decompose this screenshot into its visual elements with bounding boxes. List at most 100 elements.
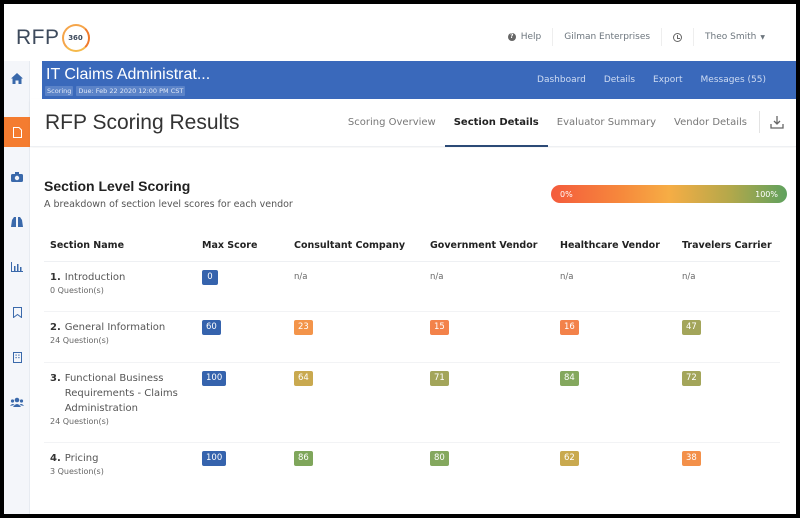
score-badge: 71 xyxy=(430,370,449,386)
section-scoring-panel: Section Level Scoring A breakdown of sec… xyxy=(30,148,796,514)
status-badge: Scoring xyxy=(45,86,74,96)
sidebar xyxy=(4,61,30,514)
score-badge: 16 xyxy=(560,319,579,335)
section-name[interactable]: 3. Functional Business Requirements - Cla… xyxy=(50,371,196,416)
vendor-score-cell: n/a xyxy=(554,261,676,312)
legend-max: 100% xyxy=(755,189,778,199)
sidebar-item-camera[interactable] xyxy=(4,162,30,192)
max-score-cell: 100 xyxy=(196,442,288,492)
document-icon xyxy=(12,126,22,138)
page-header: RFP Scoring Results Scoring Overview Sec… xyxy=(30,99,796,147)
sidebar-item-documents[interactable] xyxy=(4,117,30,147)
camera-icon xyxy=(11,172,23,182)
score-badge: 86 xyxy=(294,450,313,466)
vendor-score-cell: 64 xyxy=(288,362,424,443)
section-name-cell: 4. Pricing 3 Question(s) xyxy=(44,442,196,492)
project-nav-dashboard[interactable]: Dashboard xyxy=(537,75,586,85)
vendor-score-cell: 86 xyxy=(288,442,424,492)
section-name[interactable]: 4. Pricing xyxy=(50,451,196,466)
section-name[interactable]: 1. Introduction xyxy=(50,270,196,285)
sidebar-item-home[interactable] xyxy=(4,63,30,93)
section-name-cell: 2. General Information 24 Question(s) xyxy=(44,311,196,363)
section-name-cell: 3. Functional Business Requirements - Cla… xyxy=(44,362,196,443)
sidebar-item-organization[interactable] xyxy=(4,342,30,372)
score-badge: 47 xyxy=(682,319,701,335)
score-badge: 72 xyxy=(682,370,701,386)
project-tags: Scoring Due: Feb 22 2020 12:00 PM CST xyxy=(45,86,186,96)
max-score-cell: 0 xyxy=(196,261,288,312)
vendor-score-cell: 47 xyxy=(676,311,780,363)
score-badge: 23 xyxy=(294,319,313,335)
sidebar-item-users[interactable] xyxy=(4,387,30,417)
vendor-score-cell: n/a xyxy=(676,261,780,312)
company-link[interactable]: Gilman Enterprises xyxy=(552,28,661,46)
project-nav-messages[interactable]: Messages (55) xyxy=(701,75,766,85)
project-header: IT Claims Administrat... Scoring Due: Fe… xyxy=(42,61,796,99)
section-label: Pricing xyxy=(64,452,99,464)
score-na: n/a xyxy=(560,271,574,282)
logo-ring-icon: 360 xyxy=(61,24,90,52)
table-row: 3. Functional Business Requirements - Cla… xyxy=(44,362,780,443)
history-button[interactable] xyxy=(661,28,693,46)
download-icon[interactable] xyxy=(770,115,784,129)
logo-number: 360 xyxy=(68,34,83,42)
vendor-score-cell: 23 xyxy=(288,311,424,363)
vendor-score-cell: n/a xyxy=(424,261,554,312)
section-label: General Information xyxy=(64,321,166,333)
home-icon xyxy=(11,72,23,84)
bookmark-icon xyxy=(12,306,22,318)
clock-icon xyxy=(673,32,683,42)
vendor-score-cell: 15 xyxy=(424,311,554,363)
caret-down-icon: ▼ xyxy=(760,33,765,41)
question-circle-icon: ? xyxy=(507,33,516,41)
sidebar-item-binoculars[interactable] xyxy=(4,207,30,237)
col-header-vendor: Healthcare Vendor xyxy=(554,230,676,262)
building-icon xyxy=(12,351,22,363)
score-badge: 15 xyxy=(430,319,449,335)
sidebar-item-reports[interactable] xyxy=(4,252,30,282)
table-row: 2. General Information 24 Question(s) 60 23 1… xyxy=(44,311,780,363)
vendor-score-cell: 84 xyxy=(554,362,676,443)
tab-vendor-details[interactable]: Vendor Details xyxy=(665,99,756,147)
section-title: Section Level Scoring xyxy=(44,178,191,194)
question-count: 0 Question(s) xyxy=(50,285,104,295)
score-na: n/a xyxy=(682,271,696,282)
table-header-row: Section Name Max Score Consultant Compan… xyxy=(44,230,780,262)
binoculars-icon xyxy=(11,217,23,227)
section-scores-table: Section Name Max Score Consultant Compan… xyxy=(44,230,780,492)
tab-scoring-overview[interactable]: Scoring Overview xyxy=(339,99,445,147)
max-score-cell: 100 xyxy=(196,362,288,443)
score-badge: 84 xyxy=(560,370,579,386)
logo-text: RFP xyxy=(16,26,60,49)
page-title: RFP Scoring Results xyxy=(45,111,240,134)
project-nav-details[interactable]: Details xyxy=(604,75,635,85)
score-color-legend: 0% 100% xyxy=(551,185,787,203)
tab-evaluator-summary[interactable]: Evaluator Summary xyxy=(548,99,665,147)
vendor-score-cell: 72 xyxy=(676,362,780,443)
max-score-badge: 0 xyxy=(202,269,218,285)
tab-section-details[interactable]: Section Details xyxy=(444,99,548,147)
help-link[interactable]: ? Help xyxy=(497,28,553,46)
app-window: RFP 360 ? Help Gilman Enterprises Theo S… xyxy=(4,4,796,514)
score-badge: 64 xyxy=(294,370,313,386)
help-label: Help xyxy=(520,32,542,42)
vendor-score-cell: 16 xyxy=(554,311,676,363)
top-bar: RFP 360 ? Help Gilman Enterprises Theo S… xyxy=(4,4,796,61)
vendor-score-cell: n/a xyxy=(288,261,424,312)
max-score-cell: 60 xyxy=(196,311,288,363)
table-row: 4. Pricing 3 Question(s) 100 86 80 62 38 xyxy=(44,442,780,492)
project-title[interactable]: IT Claims Administrat... xyxy=(46,66,210,84)
user-menu[interactable]: Theo Smith ▼ xyxy=(693,28,776,46)
project-nav: Dashboard Details Export Messages (55) xyxy=(537,75,766,85)
max-score-badge: 60 xyxy=(202,319,221,335)
company-name: Gilman Enterprises xyxy=(564,32,651,42)
max-score-badge: 100 xyxy=(202,370,227,386)
users-icon xyxy=(10,397,24,407)
sidebar-item-bookmarks[interactable] xyxy=(4,297,30,327)
project-nav-export[interactable]: Export xyxy=(653,75,682,85)
section-name[interactable]: 2. General Information xyxy=(50,320,196,335)
vendor-score-cell: 80 xyxy=(424,442,554,492)
score-na: n/a xyxy=(294,271,308,282)
rfp360-logo[interactable]: RFP 360 xyxy=(16,24,90,52)
bar-chart-icon xyxy=(11,262,23,272)
